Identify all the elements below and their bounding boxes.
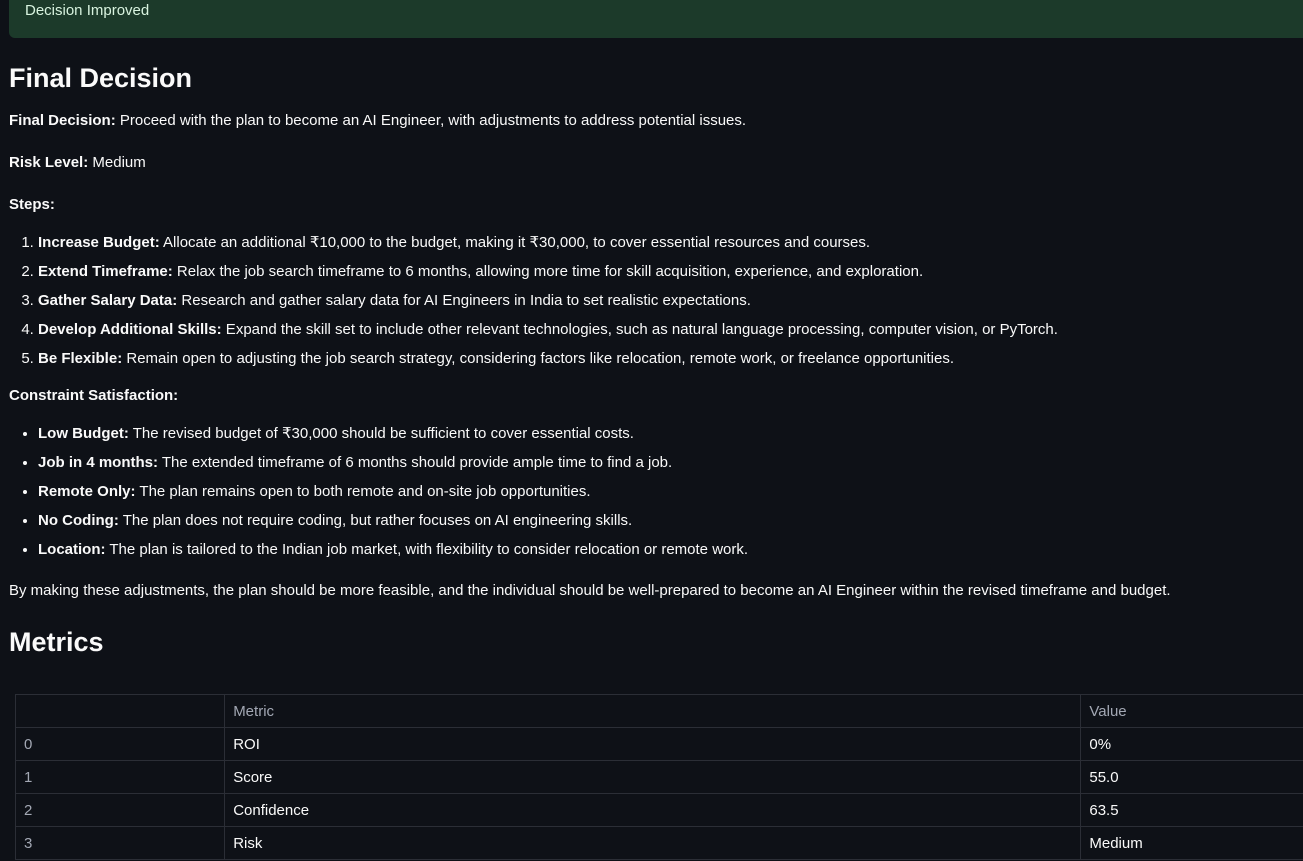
constraint-item-label: Low Budget: — [38, 425, 129, 442]
step-text: Research and gather salary data for AI E… — [177, 292, 751, 309]
step-item: Extend Timeframe: Relax the job search t… — [38, 257, 1299, 286]
step-text: Expand the skill set to include other re… — [221, 321, 1058, 338]
table-row: 3 Risk Medium — [14, 826, 1303, 860]
metrics-header-row: Metric Value — [14, 694, 1303, 728]
metric-cell[interactable]: Score — [224, 760, 1082, 794]
constraint-item: Location: The plan is tailored to the In… — [38, 535, 1299, 564]
constraint-item-text: The plan does not require coding, but ra… — [118, 512, 633, 529]
constraint-item: No Coding: The plan does not require cod… — [38, 506, 1299, 535]
risk-level-paragraph: Risk Level: Medium — [9, 152, 1299, 174]
constraint-item-text: The plan is tailored to the Indian job m… — [105, 541, 749, 558]
step-label: Gather Salary Data: — [38, 292, 178, 309]
step-label: Extend Timeframe: — [38, 263, 173, 280]
table-row: 1 Score 55.0 — [14, 760, 1303, 794]
step-text: Allocate an additional ₹10,000 to the bu… — [159, 234, 871, 251]
step-text: Remain open to adjusting the job search … — [122, 350, 955, 367]
table-row: 2 Confidence 63.5 — [14, 793, 1303, 827]
step-text: Relax the job search timeframe to 6 mont… — [172, 263, 924, 280]
steps-heading: Steps: — [9, 194, 1299, 216]
step-item: Gather Salary Data: Research and gather … — [38, 286, 1299, 315]
step-label: Increase Budget: — [38, 234, 160, 251]
column-header-index[interactable] — [14, 694, 226, 728]
constraint-item-text: The revised budget of ₹30,000 should be … — [128, 425, 634, 442]
step-label: Develop Additional Skills: — [38, 321, 222, 338]
metric-cell[interactable]: ROI — [224, 727, 1082, 761]
step-label: Be Flexible: — [38, 350, 123, 367]
row-index[interactable]: 1 — [14, 760, 226, 794]
row-index[interactable]: 0 — [14, 727, 226, 761]
main-content: Final Decision Final Decision: Proceed w… — [9, 58, 1299, 662]
constraint-item-label: Remote Only: — [38, 483, 136, 500]
metric-cell[interactable]: Risk — [224, 826, 1082, 860]
final-decision-label: Final Decision: — [9, 112, 116, 129]
constraint-item: Low Budget: The revised budget of ₹30,00… — [38, 419, 1299, 448]
risk-level-label: Risk Level: — [9, 154, 89, 171]
metric-cell[interactable]: Confidence — [224, 793, 1082, 827]
table-row: 0 ROI 0% — [14, 727, 1303, 761]
constraint-label: Constraint Satisfaction: — [9, 387, 179, 404]
conclusion-paragraph: By making these adjustments, the plan sh… — [9, 582, 1171, 599]
step-item: Increase Budget: Allocate an additional … — [38, 228, 1299, 257]
value-cell[interactable]: 0% — [1080, 727, 1303, 761]
constraint-heading: Constraint Satisfaction: — [9, 385, 1299, 407]
page: Decision Improved Final Decision Final D… — [0, 0, 1303, 861]
metrics-table[interactable]: Metric Value 0 ROI 0% 1 Score 55.0 2 Con… — [14, 694, 1303, 860]
metrics-heading: Metrics — [9, 627, 104, 657]
final-decision-heading: Final Decision — [9, 63, 193, 93]
risk-level-text: Medium — [88, 154, 146, 171]
constraint-item-label: No Coding: — [38, 512, 119, 529]
value-cell[interactable]: 55.0 — [1080, 760, 1303, 794]
constraint-item: Job in 4 months: The extended timeframe … — [38, 448, 1299, 477]
step-item: Develop Additional Skills: Expand the sk… — [38, 315, 1299, 344]
final-decision-text: Proceed with the plan to become an AI En… — [115, 112, 747, 129]
value-cell[interactable]: 63.5 — [1080, 793, 1303, 827]
steps-list: Increase Budget: Allocate an additional … — [9, 228, 1299, 373]
constraint-item: Remote Only: The plan remains open to bo… — [38, 477, 1299, 506]
success-banner-text: Decision Improved — [25, 2, 150, 19]
final-decision-paragraph: Final Decision: Proceed with the plan to… — [9, 110, 1299, 132]
row-index[interactable]: 2 — [14, 793, 226, 827]
constraint-item-text: The plan remains open to both remote and… — [135, 483, 591, 500]
column-header-value[interactable]: Value — [1080, 694, 1303, 728]
constraint-item-label: Job in 4 months: — [38, 454, 158, 471]
column-header-metric[interactable]: Metric — [224, 694, 1082, 728]
value-cell[interactable]: Medium — [1080, 826, 1303, 860]
step-item: Be Flexible: Remain open to adjusting th… — [38, 344, 1299, 373]
constraint-item-label: Location: — [38, 541, 106, 558]
success-banner: Decision Improved — [9, 0, 1303, 38]
steps-label: Steps: — [9, 196, 55, 213]
row-index[interactable]: 3 — [14, 826, 226, 860]
constraint-item-text: The extended timeframe of 6 months shoul… — [158, 454, 673, 471]
constraints-list: Low Budget: The revised budget of ₹30,00… — [9, 419, 1299, 564]
